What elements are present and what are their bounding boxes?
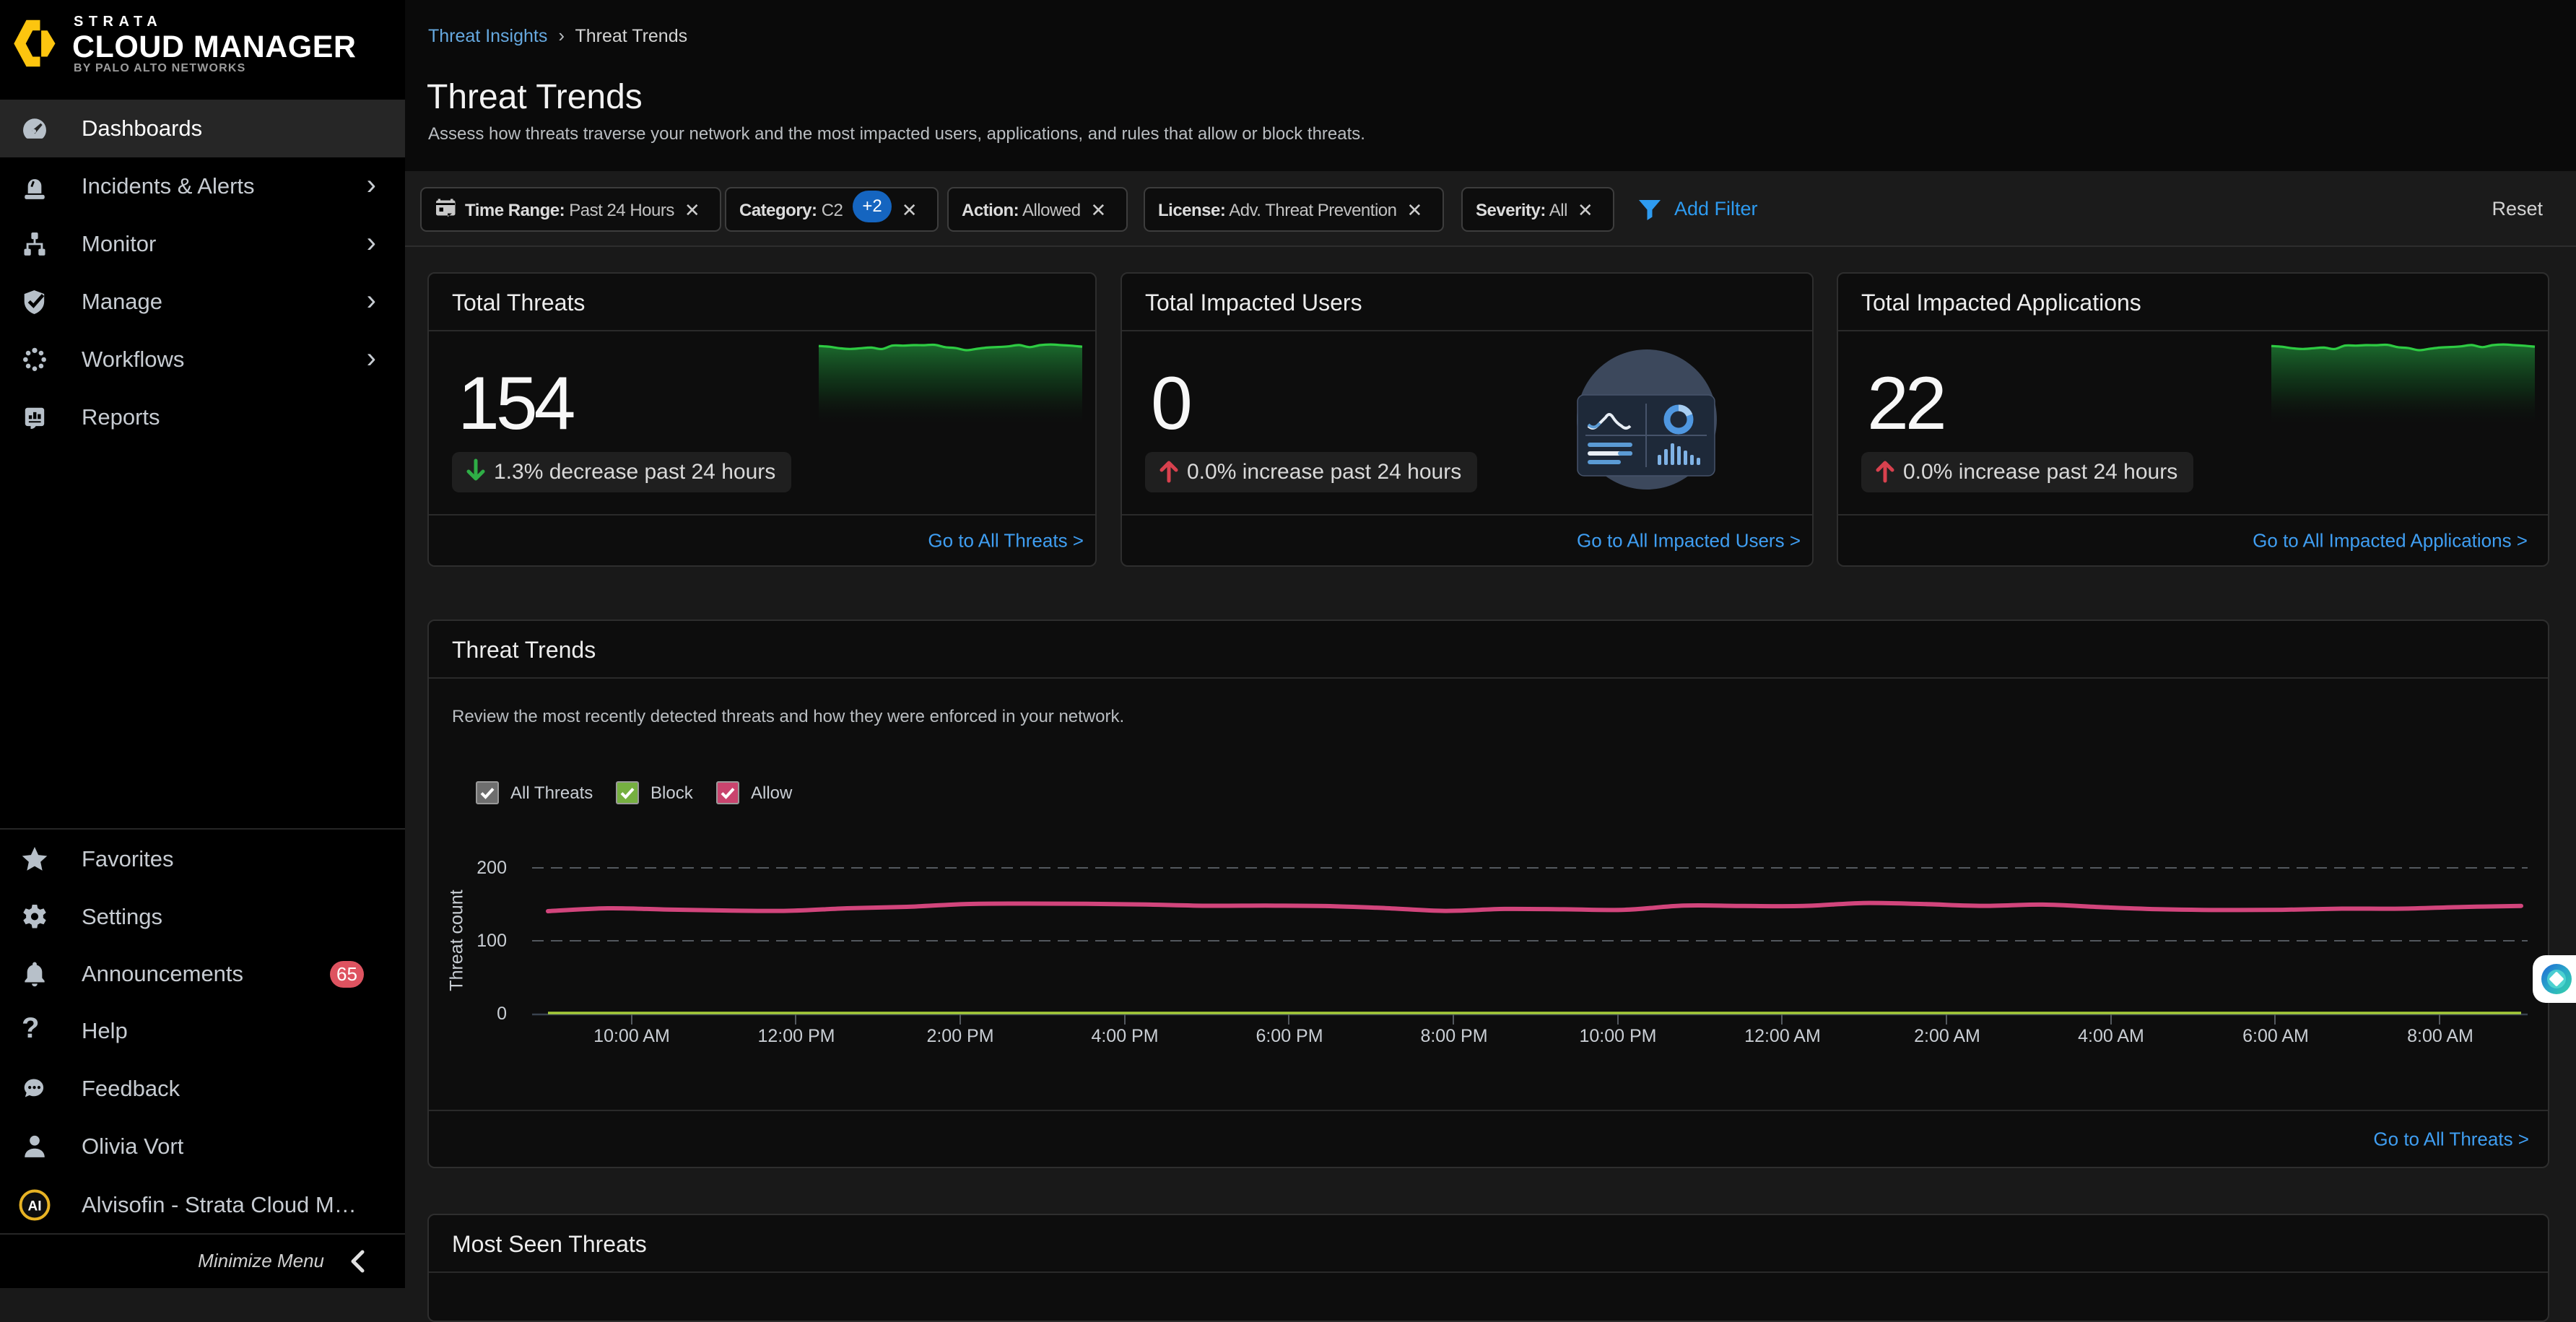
svg-text:AI: AI xyxy=(28,1199,42,1214)
